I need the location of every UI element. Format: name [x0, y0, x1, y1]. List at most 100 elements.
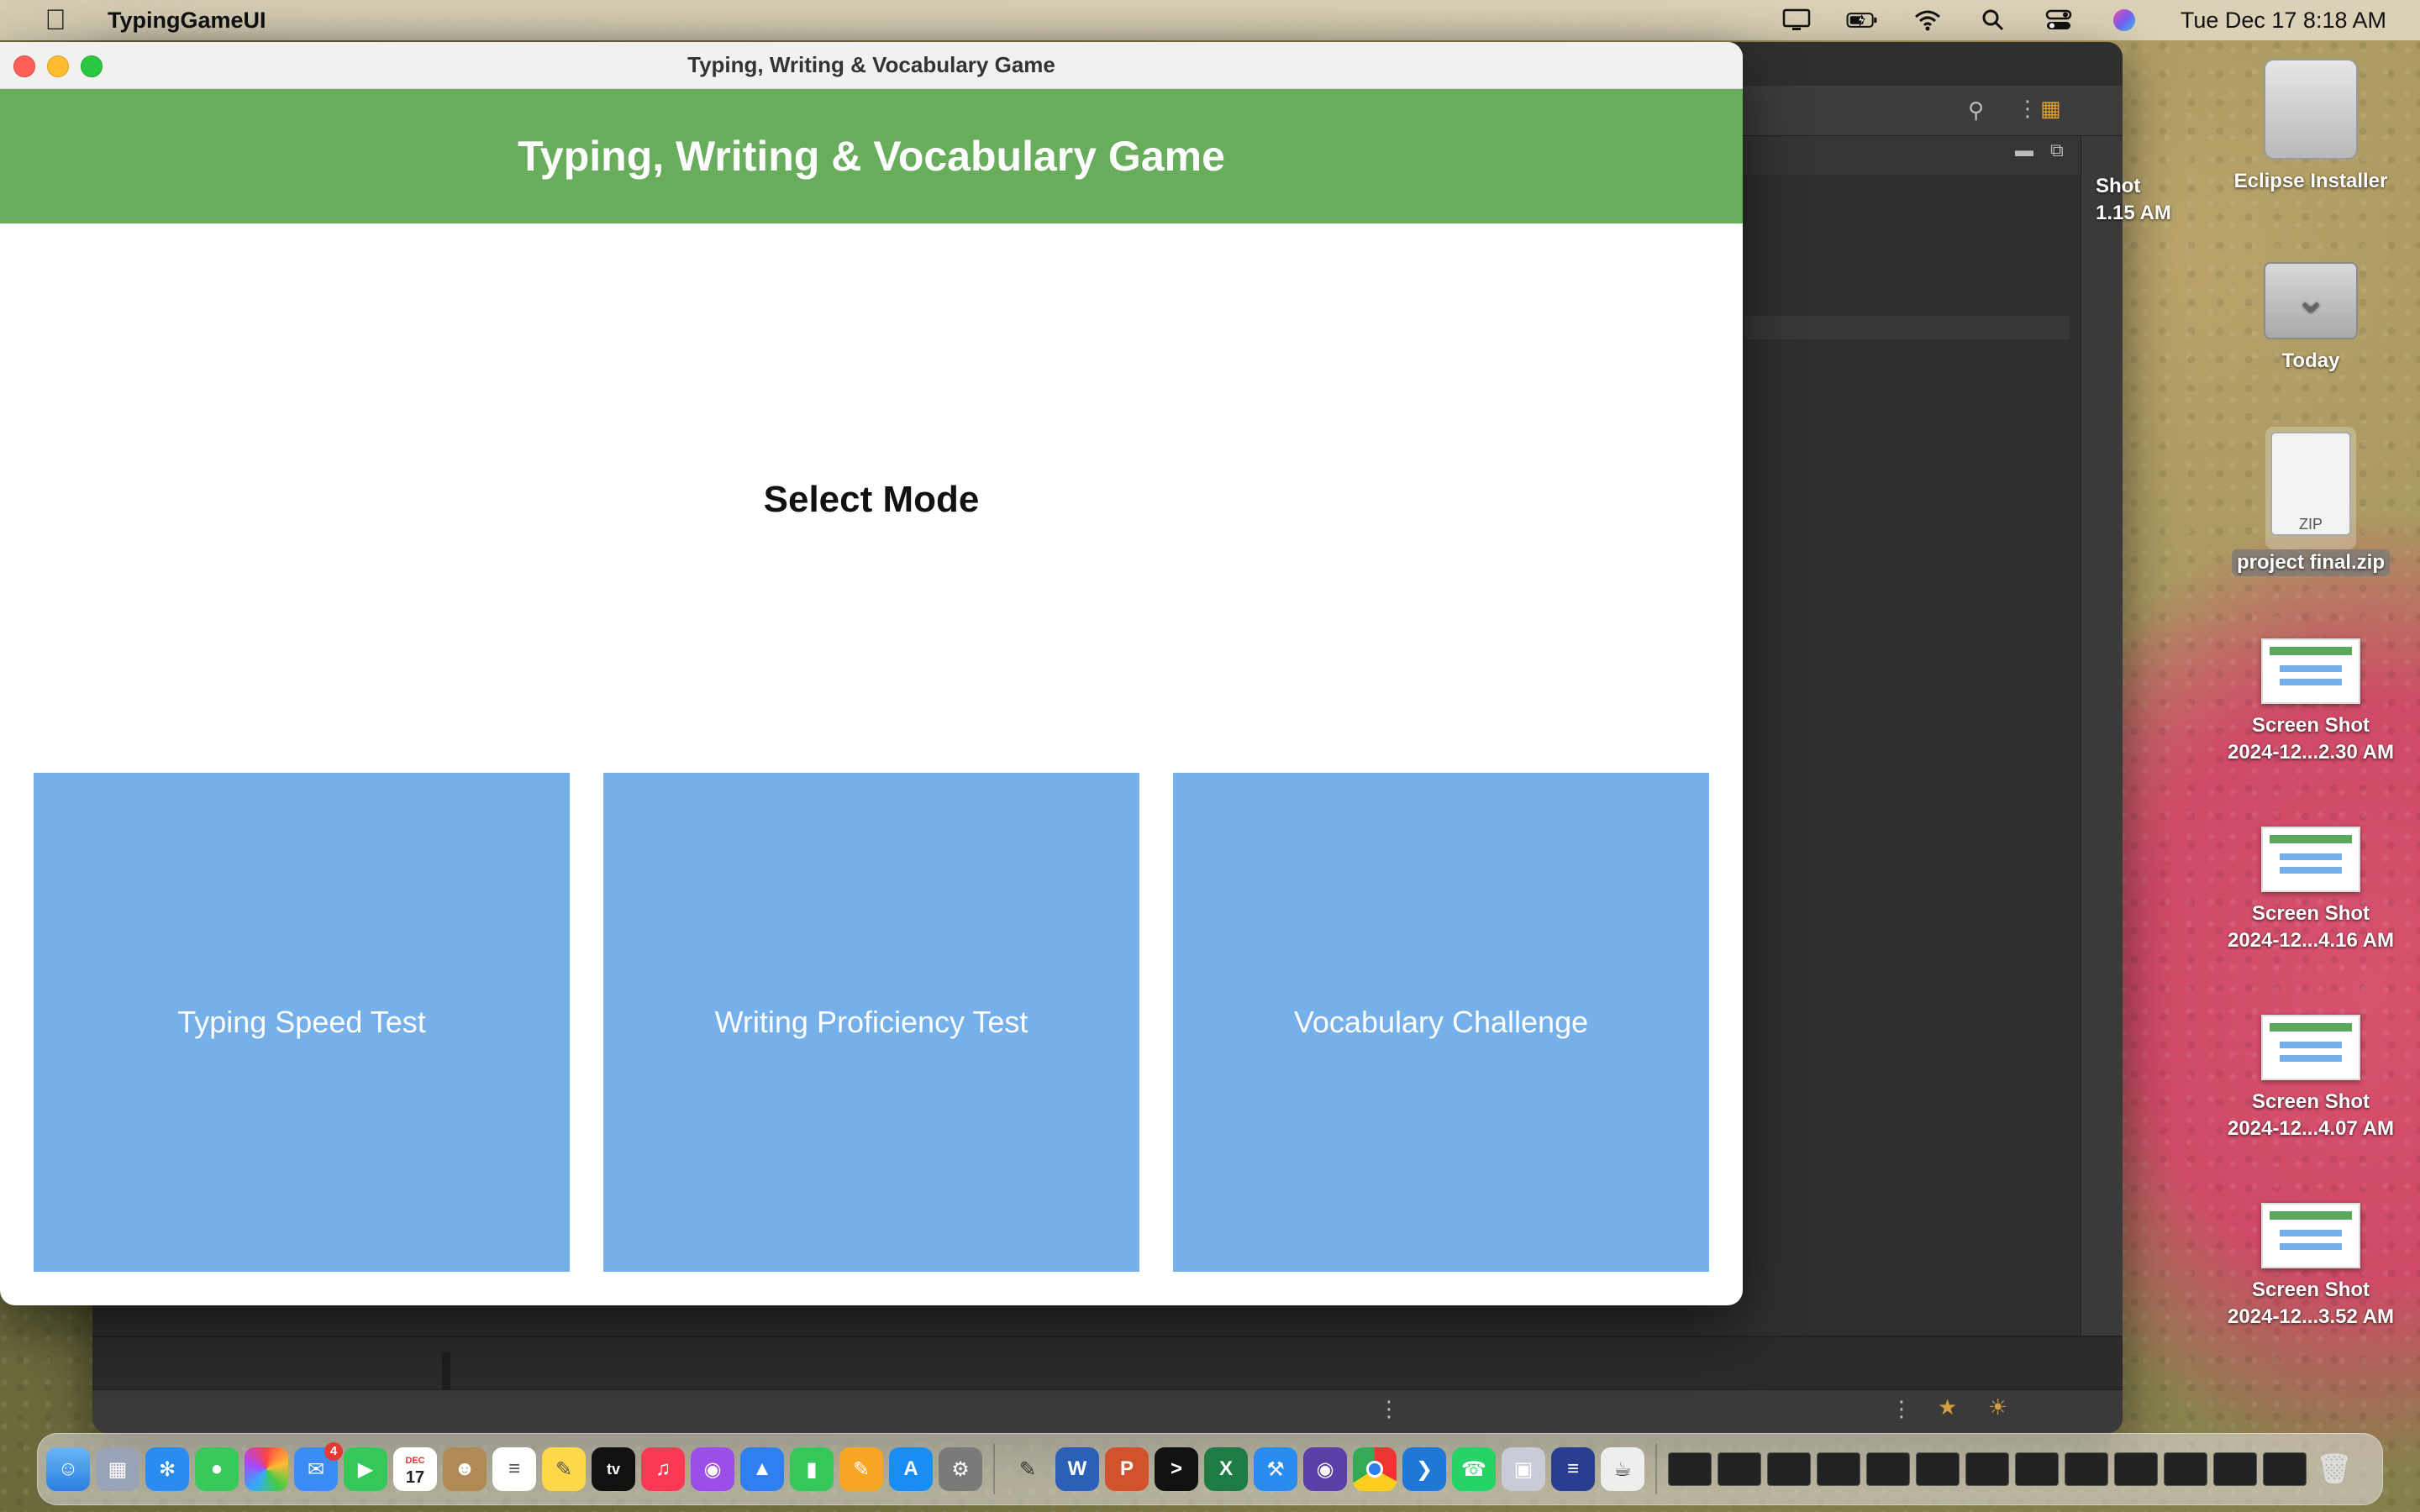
more-vertical-icon[interactable]: ⋮	[1891, 1396, 1912, 1422]
screenshot-thumbnail	[2261, 638, 2360, 704]
display-icon[interactable]	[1781, 8, 1812, 33]
app-store-icon[interactable]: A	[889, 1447, 933, 1491]
minimized-window[interactable]	[2015, 1452, 2059, 1486]
writing-proficiency-test-button[interactable]: Writing Proficiency Test	[603, 773, 1139, 1272]
java-app-icon[interactable]: ☕	[1601, 1447, 1644, 1491]
minimized-window[interactable]	[1916, 1452, 1960, 1486]
desktop-project-zip[interactable]: ZIP project final.zip	[2218, 427, 2403, 576]
desktop-item-label: Screen Shot	[2251, 1090, 2370, 1113]
search-icon[interactable]: ⚲	[1968, 97, 1984, 123]
desktop-screenshot-1[interactable]: Screen Shot 2024-12...2.30 AM	[2218, 638, 2403, 766]
tip-icon[interactable]: ★	[1938, 1394, 1957, 1420]
control-center-icon[interactable]	[2043, 8, 2075, 33]
mail-badge: 4	[324, 1442, 343, 1461]
keynote-icon[interactable]: ▲	[740, 1447, 784, 1491]
reminders-icon[interactable]: ≡	[492, 1447, 536, 1491]
screenshot-thumbnail	[2261, 1203, 2360, 1268]
excel-icon[interactable]: X	[1204, 1447, 1248, 1491]
minimized-window[interactable]	[1668, 1452, 1712, 1486]
maximize-view-icon[interactable]: ⧉	[2050, 139, 2064, 161]
messages-icon[interactable]: ●	[195, 1447, 239, 1491]
notes-icon[interactable]: ✎	[542, 1447, 586, 1491]
minimized-window[interactable]	[2114, 1452, 2158, 1486]
launchpad-icon[interactable]: ▦	[96, 1447, 139, 1491]
menu-app-name[interactable]: TypingGameUI	[108, 8, 266, 34]
siri-icon[interactable]	[2108, 8, 2140, 33]
menu-clock[interactable]: Tue Dec 17 8:18 AM	[2181, 8, 2386, 34]
minimize-window-button[interactable]	[47, 55, 69, 77]
desktop-item-sublabel: 2024-12...2.30 AM	[2228, 741, 2394, 764]
calendar-day: 17	[405, 1468, 425, 1487]
app-header-title: Typing, Writing & Vocabulary Game	[518, 133, 1225, 180]
minimized-window[interactable]	[2263, 1452, 2307, 1486]
word-icon[interactable]: W	[1055, 1447, 1099, 1491]
vscode-icon[interactable]: ❯	[1402, 1447, 1446, 1491]
dock-separator	[993, 1444, 995, 1494]
minimize-view-icon[interactable]: ▬	[2015, 139, 2033, 161]
battery-icon[interactable]	[1846, 8, 1878, 33]
minimized-window[interactable]	[2164, 1452, 2207, 1486]
menu-bar:  TypingGameUI Tue Dec 17 8:18 AM	[0, 0, 2420, 40]
chrome-icon[interactable]	[1353, 1447, 1397, 1491]
desktop-item-label: Eclipse Installer	[2233, 170, 2388, 192]
preview-icon[interactable]: ▣	[1502, 1447, 1545, 1491]
finder-icon[interactable]: ☺	[46, 1447, 90, 1491]
script-editor-icon[interactable]: ✎	[1006, 1447, 1050, 1491]
music-icon[interactable]: ♫	[641, 1447, 685, 1491]
eclipse-status-bar	[92, 1389, 2123, 1433]
desktop-eclipse-installer[interactable]: Eclipse Installer	[2218, 59, 2403, 195]
desktop-today-folder[interactable]: ⌄ Today	[2218, 262, 2403, 375]
desktop-screenshot-4[interactable]: Screen Shot 2024-12...3.52 AM	[2218, 1203, 2403, 1331]
minimized-window[interactable]	[2065, 1452, 2108, 1486]
close-window-button[interactable]	[13, 55, 35, 77]
github-icon[interactable]: ◉	[1303, 1447, 1347, 1491]
minimized-window[interactable]	[2213, 1452, 2257, 1486]
minimized-window[interactable]	[1866, 1452, 1910, 1486]
app-header: Typing, Writing & Vocabulary Game	[0, 89, 1743, 223]
spotlight-icon[interactable]	[1977, 8, 2009, 33]
numbers-icon[interactable]: ▮	[790, 1447, 834, 1491]
apple-menu-icon[interactable]: 	[34, 4, 77, 37]
terminal-icon[interactable]: >	[1155, 1447, 1198, 1491]
trash-icon[interactable]: 🗑	[2312, 1447, 2356, 1491]
dock-separator	[1655, 1444, 1657, 1494]
minimized-window[interactable]	[1767, 1452, 1811, 1486]
vocabulary-challenge-button[interactable]: Vocabulary Challenge	[1173, 773, 1709, 1272]
desktop-screenshot-3[interactable]: Screen Shot 2024-12...4.07 AM	[2218, 1015, 2403, 1142]
podcasts-icon[interactable]: ◉	[691, 1447, 734, 1491]
tv-label: tv	[606, 1460, 620, 1478]
screenshot-thumbnail	[2261, 827, 2360, 892]
photos-icon[interactable]	[245, 1447, 288, 1491]
desktop-screenshot-2[interactable]: Screen Shot 2024-12...4.16 AM	[2218, 827, 2403, 954]
pages-icon[interactable]: ✎	[839, 1447, 883, 1491]
bulb-icon[interactable]: ☀	[1988, 1394, 2007, 1420]
powerpoint-icon[interactable]: P	[1105, 1447, 1149, 1491]
desktop-item-label: Screen Shot	[2251, 902, 2370, 925]
zoom-window-button[interactable]	[81, 55, 103, 77]
whatsapp-icon[interactable]: ☎	[1452, 1447, 1496, 1491]
wifi-icon[interactable]	[1912, 8, 1944, 33]
tv-icon[interactable]: tv	[592, 1447, 635, 1491]
desktop-item-sublabel: 2024-12...4.07 AM	[2228, 1117, 2394, 1140]
perspective-icon[interactable]: ▦	[2040, 96, 2061, 122]
minimized-window[interactable]	[1965, 1452, 2009, 1486]
drag-handle-icon[interactable]: ⋮	[1378, 1396, 1400, 1422]
more-vertical-icon[interactable]: ⋮	[2017, 96, 2039, 122]
desktop-item-sublabel: 2024-12...3.52 AM	[2228, 1305, 2394, 1328]
eclipse-icon[interactable]: ≡	[1551, 1447, 1595, 1491]
select-mode-label: Select Mode	[763, 479, 980, 520]
mail-icon[interactable]: ✉ 4	[294, 1442, 343, 1491]
xcode-icon[interactable]: ⚒	[1254, 1447, 1297, 1491]
safari-icon[interactable]: ✻	[145, 1447, 189, 1491]
contacts-icon[interactable]: ☻	[443, 1447, 487, 1491]
minimized-window[interactable]	[1718, 1452, 1761, 1486]
window-title: Typing, Writing & Vocabulary Game	[687, 52, 1055, 77]
calendar-icon[interactable]: DEC 17	[393, 1447, 437, 1491]
minimized-window[interactable]	[1817, 1452, 1860, 1486]
typing-speed-test-button[interactable]: Typing Speed Test	[34, 773, 570, 1272]
window-title-bar[interactable]: Typing, Writing & Vocabulary Game	[0, 42, 1743, 89]
facetime-icon[interactable]: ▶	[344, 1447, 387, 1491]
mode-button-label: Writing Proficiency Test	[714, 1005, 1028, 1039]
mode-button-label: Vocabulary Challenge	[1293, 1005, 1589, 1039]
system-settings-icon[interactable]: ⚙	[939, 1447, 982, 1491]
